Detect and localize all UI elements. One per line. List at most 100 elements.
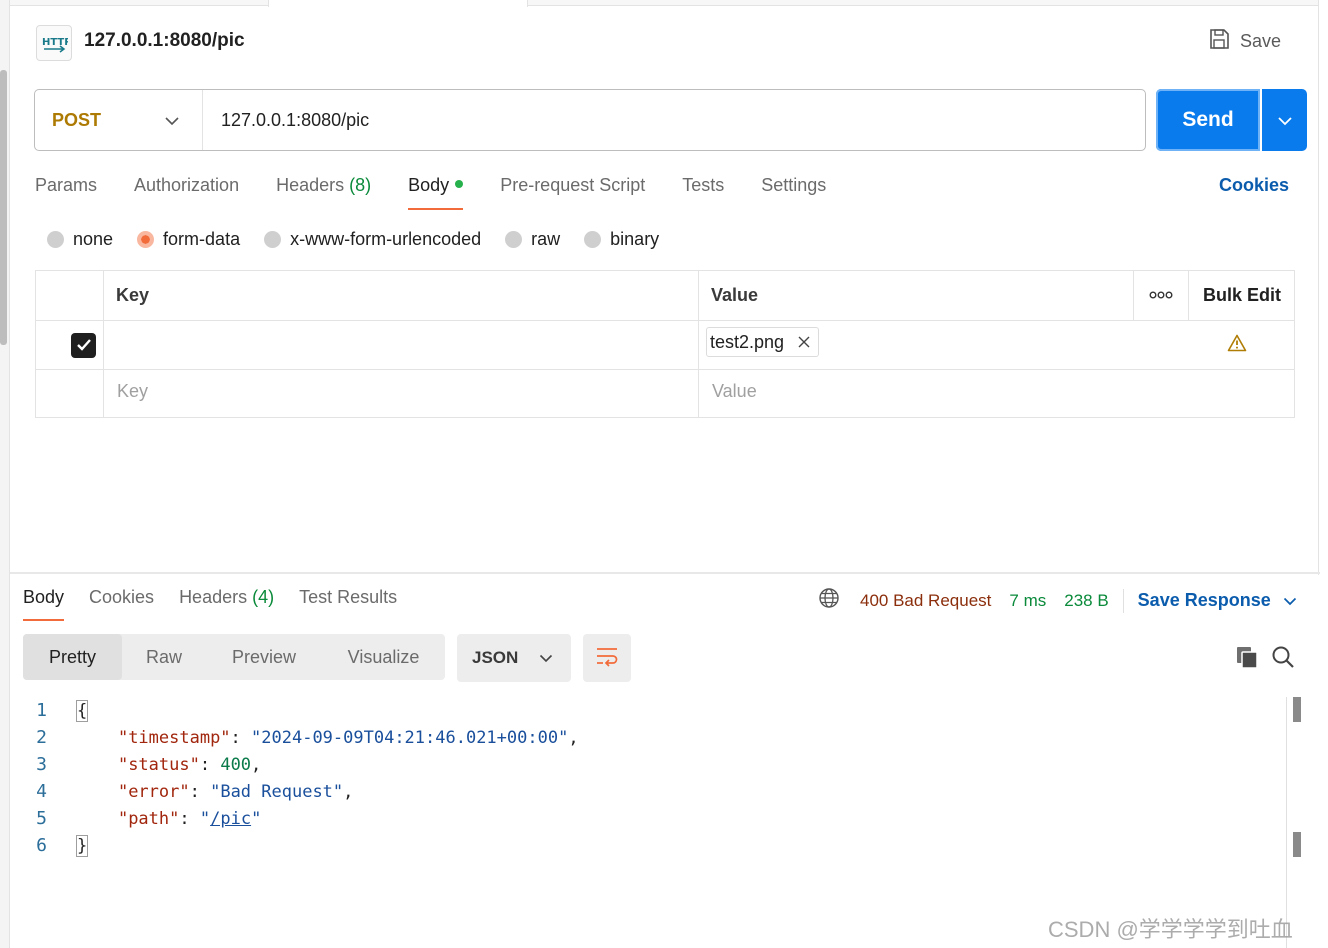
tab-settings[interactable]: Settings xyxy=(761,175,826,210)
json-path-link[interactable]: /pic xyxy=(210,809,251,829)
response-divider[interactable] xyxy=(10,572,1320,574)
radio-raw[interactable]: raw xyxy=(505,229,560,250)
code-line: 1 { xyxy=(23,697,1283,724)
json-value: 400 xyxy=(220,754,252,775)
tab-params[interactable]: Params xyxy=(35,175,97,210)
column-divider xyxy=(1188,271,1189,320)
request-title[interactable]: 127.0.0.1:8080/pic xyxy=(84,30,245,52)
globe-icon[interactable] xyxy=(818,587,840,614)
method-select[interactable]: POST xyxy=(35,90,203,150)
json-key: "error" xyxy=(117,781,190,802)
http-icon: HTTP xyxy=(36,25,72,61)
send-options-button[interactable] xyxy=(1262,89,1307,151)
status-code[interactable]: 400 Bad Request xyxy=(860,591,991,611)
code-scrollbar-marker[interactable] xyxy=(1293,697,1301,722)
save-response-button[interactable]: Save Response xyxy=(1138,590,1297,611)
radio-dot xyxy=(264,231,282,248)
request-tabs: Params Authorization Headers (8) Body Pr… xyxy=(35,175,863,210)
chevron-down-icon xyxy=(539,648,553,668)
warning-icon[interactable] xyxy=(1227,334,1247,357)
chevron-down-icon xyxy=(1283,590,1297,611)
response-size[interactable]: 238 B xyxy=(1064,591,1108,611)
format-label: JSON xyxy=(472,648,519,667)
new-value-input[interactable]: Value xyxy=(712,381,757,402)
column-divider xyxy=(103,271,104,417)
value-header: Value xyxy=(711,285,759,305)
radio-label: x-www-form-urlencoded xyxy=(290,229,482,249)
row-enabled-checkbox[interactable] xyxy=(71,333,96,358)
view-pretty-button[interactable]: Pretty xyxy=(23,634,122,680)
body-indicator-dot xyxy=(455,180,464,189)
view-visualize-button[interactable]: Visualize xyxy=(322,634,445,680)
response-meta: 400 Bad Request 7 ms 238 B Save Response xyxy=(818,587,1297,614)
save-label: Save xyxy=(1240,31,1282,51)
line-number: 4 xyxy=(36,781,47,802)
radio-form-data[interactable]: form-data xyxy=(137,229,240,250)
code-line: 5 "path": "/pic" xyxy=(23,805,1283,832)
radio-none[interactable]: none xyxy=(47,229,113,250)
chevron-down-icon xyxy=(164,110,180,131)
method-label: POST xyxy=(52,109,102,130)
json-open-brace: { xyxy=(75,699,89,722)
view-raw-button[interactable]: Raw xyxy=(122,634,206,680)
more-options-icon[interactable] xyxy=(1149,286,1173,307)
row-divider xyxy=(36,320,1294,321)
check-icon xyxy=(76,335,92,356)
tab-tests[interactable]: Tests xyxy=(682,175,724,210)
radio-binary[interactable]: binary xyxy=(584,229,659,250)
line-number: 3 xyxy=(36,754,47,775)
code-scrollbar-marker[interactable] xyxy=(1293,832,1301,857)
response-tabs: Body Cookies Headers (4) Test Results xyxy=(23,587,422,621)
radio-label: form-data xyxy=(163,229,241,249)
file-chip[interactable]: test2.png xyxy=(706,327,820,357)
send-button[interactable]: Send xyxy=(1156,89,1260,151)
url-input[interactable] xyxy=(203,90,1145,150)
save-button[interactable]: Save xyxy=(1208,28,1281,55)
url-bar: POST xyxy=(34,89,1146,151)
tab-body[interactable]: Body xyxy=(408,175,464,210)
view-preview-button[interactable]: Preview xyxy=(206,634,322,680)
json-close-brace: } xyxy=(75,834,89,857)
left-scrollbar-thumb[interactable] xyxy=(0,70,7,345)
line-number: 6 xyxy=(36,835,47,856)
radio-urlencoded[interactable]: x-www-form-urlencoded xyxy=(264,229,481,250)
tab-pre-request-script[interactable]: Pre-request Script xyxy=(500,175,645,210)
response-tab-test-results[interactable]: Test Results xyxy=(299,587,397,621)
response-time[interactable]: 7 ms xyxy=(1009,591,1046,611)
panel-border xyxy=(1318,0,1319,575)
column-divider xyxy=(698,271,699,417)
line-number: 5 xyxy=(36,808,47,829)
code-scrollbar-track[interactable] xyxy=(1286,697,1287,948)
response-headers-count: (4) xyxy=(252,587,275,607)
tab-strip xyxy=(10,0,1318,6)
line-number: 2 xyxy=(36,727,47,748)
copy-icon[interactable] xyxy=(1235,645,1259,674)
view-mode-group: Pretty Raw Preview Visualize xyxy=(23,634,445,680)
response-tab-headers[interactable]: Headers (4) xyxy=(179,587,274,621)
format-select[interactable]: JSON xyxy=(457,634,571,682)
radio-label: raw xyxy=(531,229,561,249)
search-icon[interactable] xyxy=(1271,645,1295,674)
radio-dot xyxy=(47,231,64,248)
new-key-input[interactable]: Key xyxy=(117,381,148,402)
bulk-edit-button[interactable]: Bulk Edit xyxy=(1203,285,1281,306)
active-request-tab[interactable] xyxy=(268,0,528,7)
response-tab-body[interactable]: Body xyxy=(23,587,65,621)
svg-text:HTTP: HTTP xyxy=(42,37,68,48)
json-key: "status" xyxy=(117,754,200,775)
tab-headers[interactable]: Headers (8) xyxy=(276,175,371,210)
code-line: 3 "status": 400, xyxy=(23,751,1283,778)
save-response-label: Save Response xyxy=(1137,590,1271,610)
headers-count: (8) xyxy=(349,175,372,195)
remove-file-icon[interactable] xyxy=(798,332,810,353)
code-line: 2 "timestamp": "2024-09-09T04:21:46.021+… xyxy=(23,724,1283,751)
body-type-radios: none form-data x-www-form-urlencoded raw… xyxy=(47,229,683,250)
file-name: test2.png xyxy=(710,331,785,352)
radio-dot xyxy=(505,231,523,248)
response-code-view[interactable]: 1 { 2 "timestamp": "2024-09-09T04:21:46.… xyxy=(23,697,1283,859)
cookies-link[interactable]: Cookies xyxy=(1219,175,1289,196)
radio-label: binary xyxy=(610,229,660,249)
tab-authorization[interactable]: Authorization xyxy=(134,175,239,210)
wrap-lines-button[interactable] xyxy=(583,634,631,682)
response-tab-cookies[interactable]: Cookies xyxy=(89,587,154,621)
